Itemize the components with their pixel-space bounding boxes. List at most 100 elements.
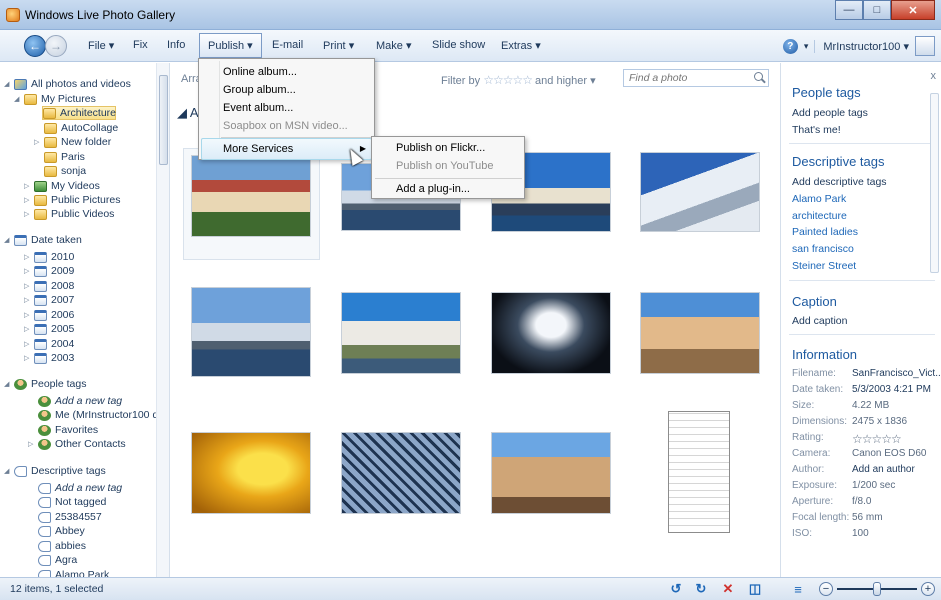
- close-info-pane-icon[interactable]: x: [931, 70, 937, 82]
- tree-item-year[interactable]: ▷ 2008: [24, 279, 74, 293]
- tree-item-paris[interactable]: Paris: [44, 150, 85, 164]
- menu-publish[interactable]: Publish ▾: [199, 33, 262, 58]
- user-tile-icon[interactable]: [915, 36, 935, 56]
- people-tags-heading: People tags: [792, 85, 861, 100]
- menu-file[interactable]: File ▾: [88, 39, 114, 52]
- tree-item-people-tags[interactable]: ◢ People tags: [4, 377, 86, 391]
- zoom-slider-thumb[interactable]: [873, 582, 881, 596]
- slide-show-icon[interactable]: ◫: [747, 581, 763, 597]
- tag-link[interactable]: Painted ladies: [792, 226, 858, 238]
- tag-icon: [38, 554, 51, 566]
- info-rating[interactable]: Rating: ☆☆☆☆☆: [792, 432, 902, 446]
- tree-item-architecture[interactable]: Architecture: [42, 106, 116, 120]
- menu-item-event-album[interactable]: Event album...: [223, 99, 293, 117]
- info-pane-scrollbar[interactable]: [930, 93, 939, 273]
- tree-item-my-pictures[interactable]: ◢ My Pictures: [14, 92, 96, 106]
- add-people-tags-link[interactable]: Add people tags: [792, 107, 868, 119]
- photo-thumbnail[interactable]: [341, 432, 461, 514]
- delete-icon[interactable]: ✕: [720, 581, 736, 597]
- tag-icon: [38, 569, 51, 577]
- zoom-out-icon[interactable]: −: [819, 582, 833, 596]
- minimize-button[interactable]: —: [835, 0, 863, 20]
- tag-link[interactable]: san francisco: [792, 243, 854, 255]
- back-arrow-icon[interactable]: ←: [24, 35, 46, 57]
- photo-thumbnail[interactable]: [640, 152, 760, 232]
- menu-extras[interactable]: Extras ▾: [501, 39, 541, 52]
- tree-item-year[interactable]: ▷ 2009: [24, 264, 74, 278]
- tag-link[interactable]: Steiner Street: [792, 260, 856, 272]
- menu-slide-show[interactable]: Slide show: [432, 39, 485, 51]
- add-tag-icon: [38, 482, 51, 494]
- tree-item-favorites[interactable]: Favorites: [38, 423, 98, 437]
- rating-filter[interactable]: Filter by ☆☆☆☆☆ and higher ▾: [441, 73, 596, 87]
- photo-thumbnail[interactable]: [191, 287, 311, 377]
- search-input[interactable]: [624, 70, 744, 86]
- tree-item-year[interactable]: ▷ 2005: [24, 322, 74, 336]
- tree-item-my-videos[interactable]: ▷ My Videos: [24, 179, 100, 193]
- tree-item-person-me[interactable]: Me (MrInstructor100 dev: [38, 408, 169, 422]
- tree-item-add-people-tag[interactable]: Add a new tag: [38, 394, 122, 408]
- tree-item-public-videos[interactable]: ▷ Public Videos: [24, 207, 114, 221]
- account-menu[interactable]: MrInstructor100 ▾: [814, 39, 909, 53]
- tree-item-autocollage[interactable]: AutoCollage: [44, 121, 118, 135]
- search-icon[interactable]: [754, 72, 763, 81]
- photo-thumbnail-painted-ladies[interactable]: [191, 155, 311, 237]
- menu-item-add-plugin[interactable]: Add a plug-in...: [396, 180, 470, 198]
- info-author[interactable]: Author: Add an author: [792, 464, 915, 475]
- photo-thumbnail[interactable]: [491, 432, 611, 514]
- tree-item-public-pictures[interactable]: ▷ Public Pictures: [24, 193, 120, 207]
- tree-item-sonja[interactable]: sonja: [44, 164, 86, 178]
- tree-item-tag[interactable]: Agra: [38, 553, 77, 567]
- menu-email[interactable]: E-mail: [272, 39, 303, 51]
- photo-thumbnail[interactable]: [341, 292, 461, 374]
- add-descriptive-tags-link[interactable]: Add descriptive tags: [792, 176, 887, 188]
- menu-print[interactable]: Print ▾: [323, 39, 354, 52]
- forward-arrow-icon[interactable]: →: [45, 35, 67, 57]
- info-date-taken[interactable]: Date taken: 5/3/2003 4:21 PM: [792, 384, 931, 395]
- tree-item-year[interactable]: ▷ 2006: [24, 308, 74, 322]
- menu-make[interactable]: Make ▾: [376, 39, 412, 52]
- rotate-left-icon[interactable]: ↺: [668, 581, 684, 597]
- tree-item-add-descriptive-tag[interactable]: Add a new tag: [38, 481, 122, 495]
- help-dropdown-icon[interactable]: ▾: [804, 41, 809, 52]
- tag-link[interactable]: Alamo Park: [792, 193, 846, 205]
- help-icon[interactable]: ?: [782, 38, 798, 54]
- zoom-in-icon[interactable]: +: [921, 582, 935, 596]
- tree-item-year[interactable]: ▷ 2003: [24, 351, 74, 365]
- photo-thumbnail-sketch[interactable]: [668, 411, 730, 533]
- tree-item-other-contacts[interactable]: ▷ Other Contacts: [28, 437, 126, 451]
- menu-item-group-album[interactable]: Group album...: [223, 81, 296, 99]
- menu-item-more-services[interactable]: More Services: [223, 140, 293, 158]
- tree-item-tag[interactable]: Not tagged: [38, 495, 106, 509]
- details-view-icon[interactable]: ≡: [790, 581, 806, 597]
- thats-me-link[interactable]: That's me!: [792, 124, 841, 136]
- photo-thumbnail[interactable]: [491, 292, 611, 374]
- close-button[interactable]: ✕: [891, 0, 935, 20]
- tree-item-year[interactable]: ▷ 2010: [24, 250, 74, 264]
- tree-item-tag[interactable]: Alamo Park: [38, 568, 109, 577]
- add-caption-field[interactable]: Add caption: [792, 315, 847, 327]
- rotate-right-icon[interactable]: ↻: [693, 581, 709, 597]
- sidebar-scroll-thumb[interactable]: [159, 75, 168, 165]
- tree-item-year[interactable]: ▷ 2004: [24, 337, 74, 351]
- sidebar-scrollbar[interactable]: [156, 63, 169, 577]
- calendar-icon: [34, 265, 47, 277]
- tree-item-date-taken[interactable]: ◢ Date taken: [4, 233, 82, 247]
- rating-stars-icon[interactable]: ☆☆☆☆☆: [483, 73, 533, 87]
- tree-item-all-photos[interactable]: ◢ All photos and videos: [4, 77, 131, 91]
- maximize-button[interactable]: □: [863, 0, 891, 20]
- search-box[interactable]: [623, 69, 769, 87]
- menu-info[interactable]: Info: [167, 39, 185, 51]
- menu-item-publish-flickr[interactable]: Publish on Flickr...: [396, 139, 485, 157]
- tree-item-descriptive-tags[interactable]: ◢ Descriptive tags: [4, 464, 106, 478]
- menu-item-online-album[interactable]: Online album...: [223, 63, 297, 81]
- photo-thumbnail[interactable]: [640, 292, 760, 374]
- tree-item-tag[interactable]: 25384557: [38, 510, 102, 524]
- menu-fix[interactable]: Fix: [133, 39, 148, 51]
- photo-thumbnail[interactable]: [191, 432, 311, 514]
- tree-item-tag[interactable]: Abbey: [38, 524, 85, 538]
- tree-item-year[interactable]: ▷ 2007: [24, 293, 74, 307]
- tree-item-new-folder[interactable]: ▷ New folder: [34, 135, 111, 149]
- tag-link[interactable]: architecture: [792, 210, 847, 222]
- tree-item-tag[interactable]: abbies: [38, 539, 86, 553]
